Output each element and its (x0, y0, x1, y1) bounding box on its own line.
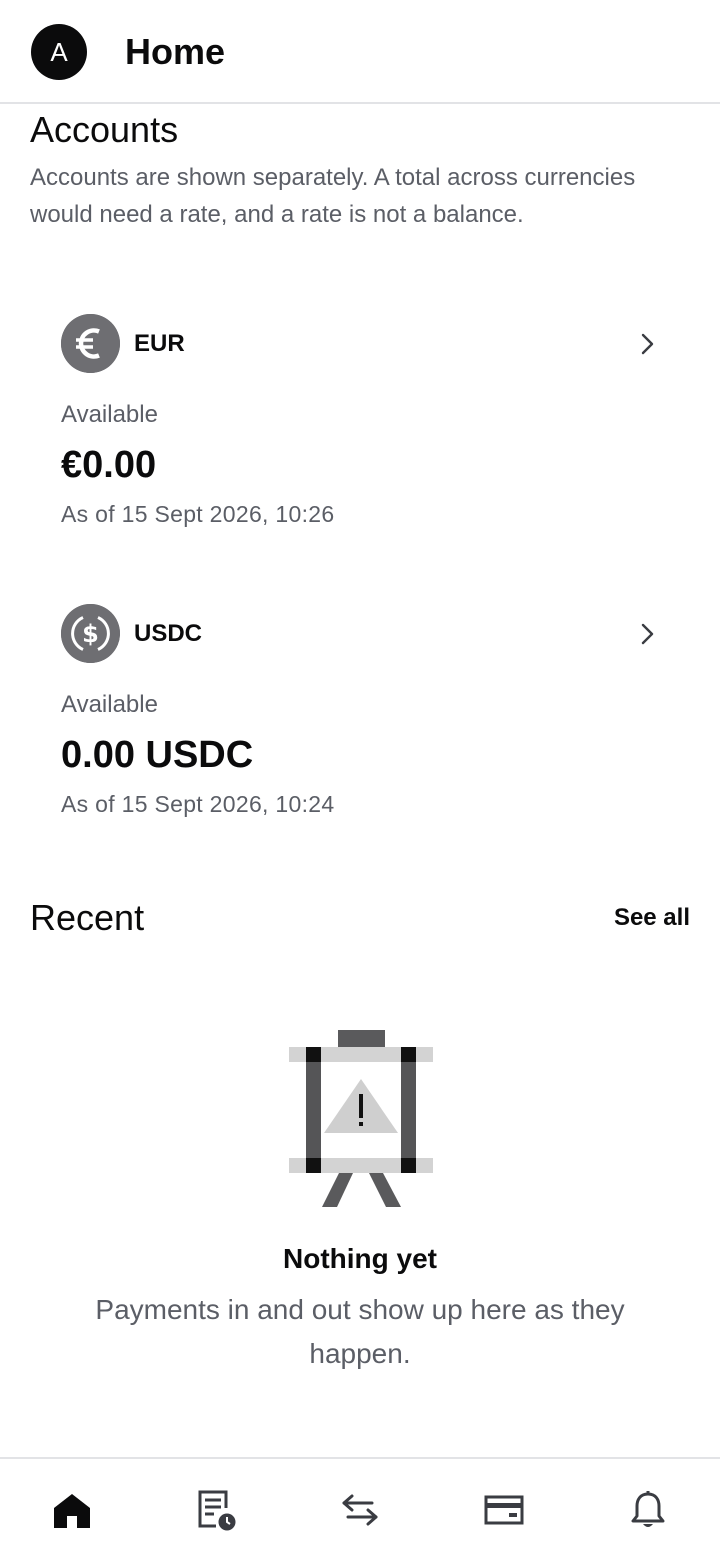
nav-cards[interactable] (432, 1459, 576, 1561)
nav-activity[interactable] (144, 1459, 288, 1561)
account-currency-name: EUR (134, 330, 185, 357)
chevron-right-icon[interactable] (636, 330, 660, 358)
home-icon (50, 1488, 94, 1532)
balance-timestamp: As of 15 Sept 2026, 10:24 (61, 791, 335, 817)
accounts-section-title: Accounts (30, 109, 179, 150)
page-title: Home (125, 31, 226, 72)
nav-transfer[interactable] (288, 1459, 432, 1561)
available-label: Available (61, 401, 158, 428)
empty-easel-warning-icon (287, 1030, 435, 1210)
top-app-bar: A Home (0, 0, 720, 104)
account-balance: 0.00 USDC (61, 734, 254, 776)
accounts-description: Accounts are shown separately. A total a… (30, 164, 636, 228)
account-card-eur[interactable]: EUR Available €0.00 As of 15 Sept 2026, … (61, 314, 661, 544)
empty-state-description: Payments in and out show up here as they… (95, 1294, 625, 1369)
bottom-navigation (0, 1457, 720, 1561)
nav-notifications[interactable] (576, 1459, 720, 1561)
see-all-link[interactable]: See all (614, 903, 690, 933)
balance-timestamp: As of 15 Sept 2026, 10:26 (61, 501, 335, 527)
available-label: Available (61, 691, 158, 718)
avatar[interactable]: A (31, 24, 87, 80)
account-balance: €0.00 (61, 444, 157, 486)
recent-section-title: Recent (30, 897, 145, 938)
chevron-right-icon[interactable] (636, 620, 660, 648)
transfer-arrows-icon (338, 1488, 382, 1532)
nav-home[interactable] (0, 1459, 144, 1561)
svg-text:$: $ (82, 620, 99, 648)
avatar-initial: A (50, 36, 68, 67)
card-icon (482, 1488, 526, 1532)
usdc-coin-icon: $ (61, 604, 120, 663)
statement-clock-icon (194, 1488, 238, 1532)
bell-icon (626, 1488, 670, 1532)
euro-coin-icon (61, 314, 120, 373)
empty-state-title: Nothing yet (283, 1243, 437, 1274)
account-currency-name: USDC (134, 620, 203, 647)
account-card-usdc[interactable]: $ USDC Available 0.00 USDC As of 15 Sept… (61, 604, 661, 834)
